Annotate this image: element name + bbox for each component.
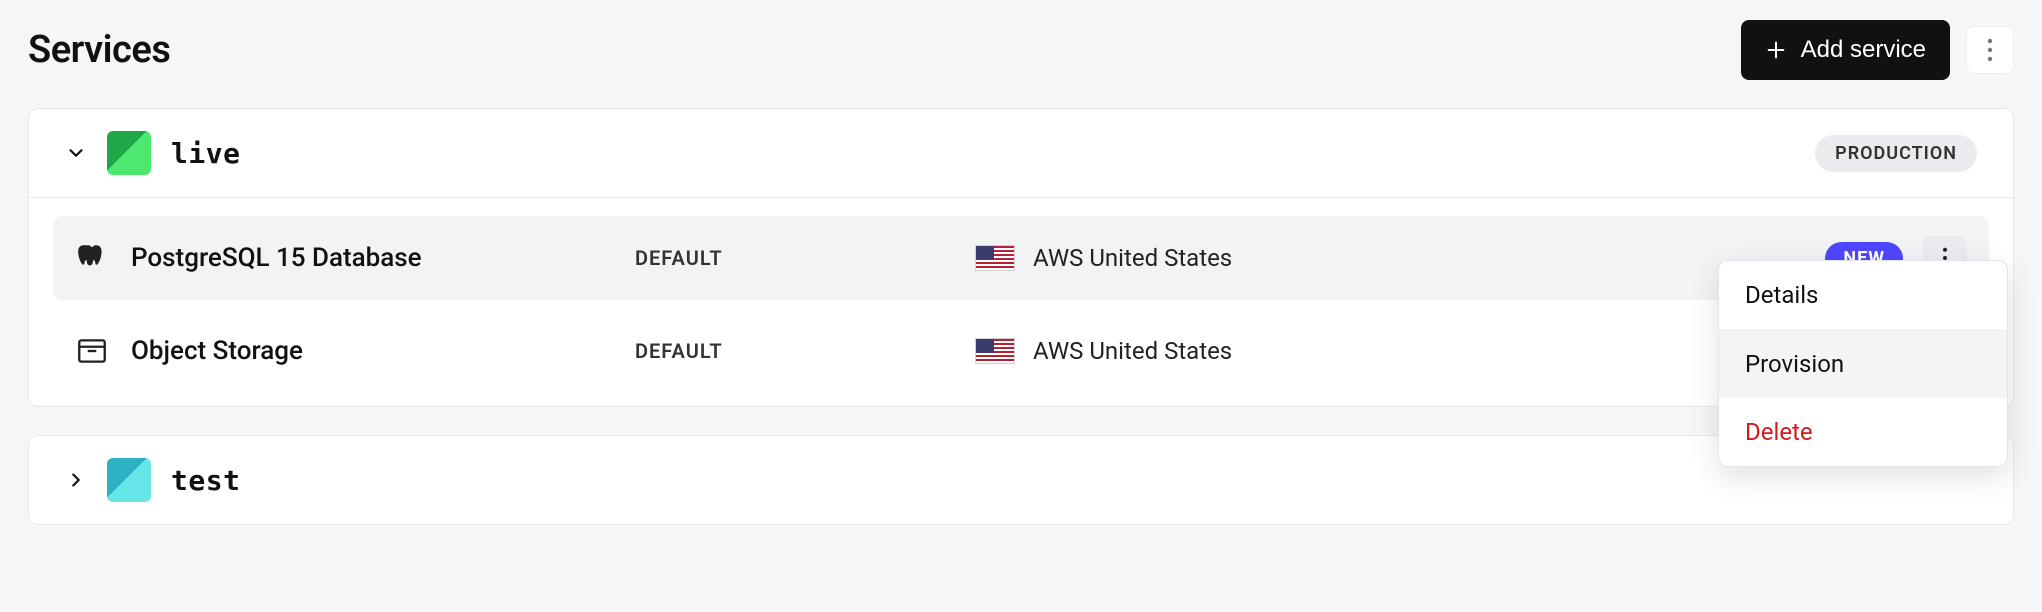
dropdown-item-delete[interactable]: Delete	[1719, 398, 2007, 466]
env-icon-live	[107, 131, 151, 175]
plus-icon	[1765, 39, 1787, 61]
page-title: Services	[28, 28, 170, 72]
service-rows-live: PostgreSQL 15 Database DEFAULT AWS Unite…	[29, 198, 2013, 406]
service-default-label: DEFAULT	[635, 246, 955, 270]
add-service-label: Add service	[1801, 36, 1926, 64]
postgres-icon	[75, 241, 109, 275]
region-label: AWS United States	[1033, 337, 1232, 365]
us-flag-icon	[975, 245, 1015, 271]
env-name: live	[171, 137, 240, 170]
add-service-button[interactable]: Add service	[1741, 20, 1950, 80]
group-header-test[interactable]: test	[29, 436, 2013, 524]
chevron-right-icon	[65, 469, 87, 491]
service-name: Object Storage	[131, 336, 303, 366]
chevron-down-icon	[65, 142, 87, 164]
kebab-icon	[1987, 38, 1993, 62]
production-badge: PRODUCTION	[1815, 135, 1977, 172]
dropdown-item-details[interactable]: Details	[1719, 261, 2007, 329]
header-actions: Add service	[1741, 20, 2014, 80]
service-region: AWS United States	[975, 337, 1834, 365]
env-name: test	[171, 464, 240, 497]
group-test: test	[28, 435, 2014, 525]
box-icon	[75, 334, 109, 368]
us-flag-icon	[975, 338, 1015, 364]
service-name: PostgreSQL 15 Database	[131, 243, 422, 273]
group-live: live PRODUCTION PostgreSQL 15 Database D…	[28, 108, 2014, 407]
page-more-button[interactable]	[1966, 26, 2014, 74]
service-default-label: DEFAULT	[635, 339, 955, 363]
dropdown-item-provision[interactable]: Provision	[1719, 329, 2007, 398]
page-header: Services Add service	[28, 20, 2014, 80]
row-actions-dropdown: Details Provision Delete	[1718, 260, 2008, 467]
service-row-postgresql[interactable]: PostgreSQL 15 Database DEFAULT AWS Unite…	[53, 216, 1989, 300]
env-icon-test	[107, 458, 151, 502]
service-region: AWS United States	[975, 244, 1805, 272]
service-row-object-storage[interactable]: Object Storage DEFAULT AWS United States…	[53, 314, 1989, 388]
region-label: AWS United States	[1033, 244, 1232, 272]
group-header-live[interactable]: live PRODUCTION	[29, 109, 2013, 198]
